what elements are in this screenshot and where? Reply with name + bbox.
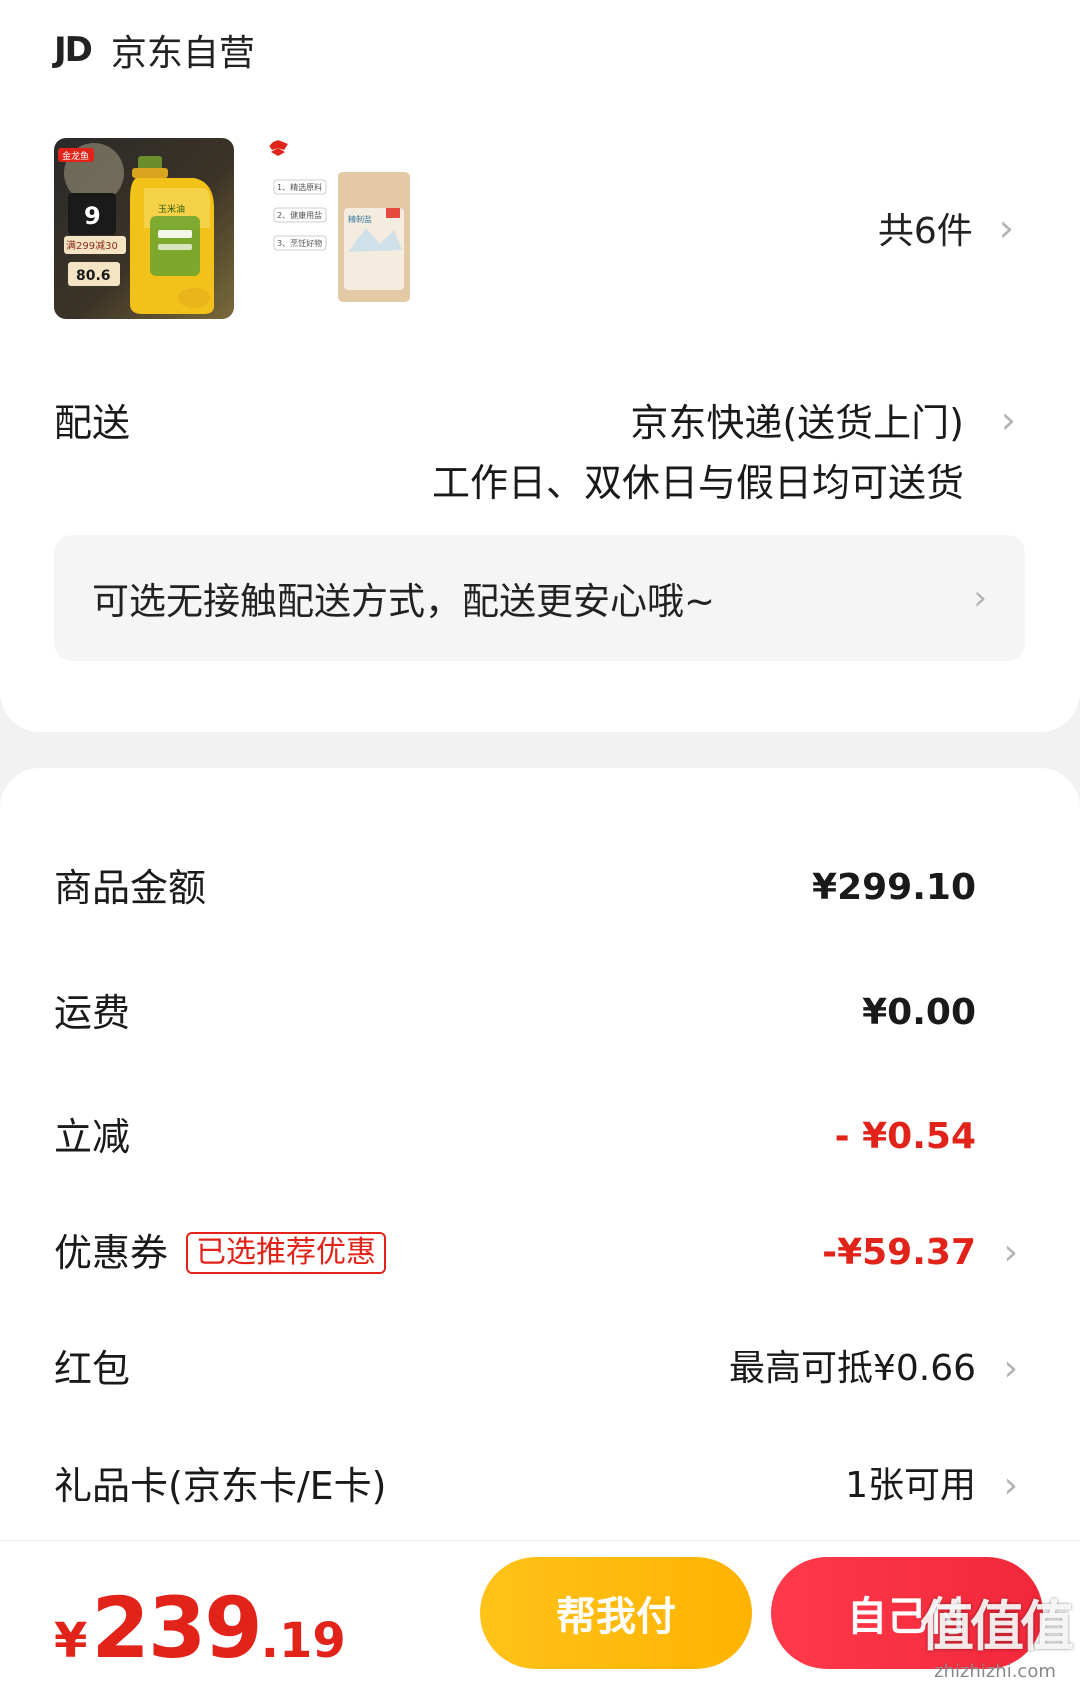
chevron-right-icon[interactable]: ›: [1001, 398, 1016, 442]
gift-card-label: 礼品卡(京东卡/E卡): [54, 1464, 387, 1508]
chevron-right-icon: ›: [1003, 1348, 1018, 1389]
item-count-row[interactable]: 共6件 ›: [878, 202, 1014, 254]
salt-line-3: 3、烹饪好物: [277, 238, 322, 248]
chevron-right-icon: ›: [998, 206, 1014, 250]
total-decimal: .19: [260, 1613, 346, 1669]
red-packet-value: 最高可抵¥0.66: [728, 1348, 976, 1389]
price-summary-card: 商品金额 ¥299.10 运费 ¥0.00 立减 - ¥0.54 优惠券 已选推…: [0, 768, 1080, 1608]
coupon-row[interactable]: 优惠券 已选推荐优惠 -¥59.37 ›: [54, 1223, 1080, 1283]
subtotal-label: 商品金额: [54, 866, 207, 910]
salt-image: 1、精选原料 2、健康用盐 3、烹饪好物 精制盐: [268, 140, 410, 302]
product-thumb-salt[interactable]: 1、精选原料 2、健康用盐 3、烹饪好物 精制盐: [268, 140, 428, 305]
shipping-value: ¥0.00: [862, 992, 976, 1033]
store-name: 京东自营: [110, 33, 255, 74]
watermark-logo: 值值值: [920, 1595, 1074, 1658]
oil-promo-text: 满299减30: [66, 240, 118, 252]
oil-product-text: 玉米油: [158, 203, 185, 215]
shipping-row: 运费 ¥0.00: [54, 983, 1080, 1043]
item-count-label: 共6件: [877, 211, 973, 252]
product-thumb-corn-oil[interactable]: 金龙鱼 9 满299减30 80.6 玉米油: [54, 138, 234, 319]
subtotal-row: 商品金额 ¥299.10: [54, 858, 1080, 918]
chevron-right-icon: ›: [973, 578, 987, 618]
oil-badge-text: 9: [84, 202, 101, 230]
subtotal-value: ¥299.10: [812, 867, 976, 908]
delivery-method[interactable]: 京东快递(送货上门): [630, 392, 964, 447]
chevron-right-icon: ›: [1003, 1465, 1018, 1506]
total-integer: 239: [91, 1579, 262, 1677]
oil-brand-text: 金龙鱼: [62, 150, 89, 162]
watermark-url: zhizhizhi.com: [934, 1661, 1056, 1682]
oil-price-text: 80.6: [76, 268, 111, 284]
chevron-right-icon: ›: [1003, 1232, 1018, 1273]
jd-logo: JD: [54, 30, 93, 70]
corn-oil-image: 金龙鱼 9 满299减30 80.6 玉米油: [58, 143, 214, 314]
salt-product-text: 精制盐: [348, 214, 372, 224]
instant-discount-row: 立减 - ¥0.54: [54, 1107, 1080, 1167]
coupon-selected-tag: 已选推荐优惠: [186, 1232, 387, 1274]
delivery-days: 工作日、双休日与假日均可送货: [431, 461, 964, 505]
coupon-label-group: 优惠券 已选推荐优惠: [54, 1223, 387, 1283]
coupon-label: 优惠券: [54, 1231, 169, 1275]
instant-discount-value: - ¥0.54: [834, 1116, 976, 1157]
salt-line-1: 1、精选原料: [277, 182, 322, 192]
checkout-bar: ¥ 239 .19 帮我付 自己付 值值值 zhizhizhi.com: [0, 1540, 1080, 1690]
gift-card-row[interactable]: 礼品卡(京东卡/E卡) 1张可用 ›: [54, 1456, 1080, 1516]
order-card: JD 京东自营 金龙鱼 9 满299减30 80.6 玉米油 1、精选原料 2、…: [0, 0, 1080, 732]
delivery-label: 配送: [54, 401, 131, 445]
total-price: ¥ 239 .19: [54, 1579, 346, 1677]
coupon-value: -¥59.37: [822, 1232, 976, 1273]
instant-discount-label: 立减: [54, 1115, 131, 1159]
shipping-label: 运费: [54, 991, 131, 1035]
red-packet-row[interactable]: 红包 最高可抵¥0.66 ›: [54, 1339, 1080, 1399]
contactless-delivery-option[interactable]: 可选无接触配送方式，配送更安心哦~ ›: [54, 535, 1025, 661]
contactless-text: 可选无接触配送方式，配送更安心哦~: [92, 580, 716, 623]
gift-card-value: 1张可用: [845, 1465, 976, 1506]
red-packet-label: 红包: [54, 1347, 131, 1391]
salt-line-2: 2、健康用盐: [277, 210, 322, 220]
watermark: 值值值 zhizhizhi.com: [920, 1582, 1074, 1682]
store-header: JD 京东自营: [54, 22, 255, 78]
total-currency: ¥: [54, 1613, 88, 1669]
help-me-pay-button[interactable]: 帮我付: [480, 1557, 752, 1669]
